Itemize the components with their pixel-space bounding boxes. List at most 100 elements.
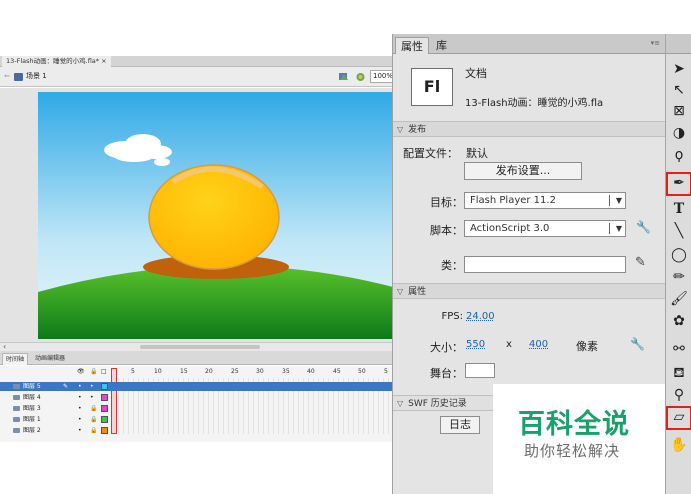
lock-dot[interactable]: • xyxy=(90,382,94,391)
scene-icon xyxy=(14,73,23,81)
3d-rotation-icon[interactable]: ◑ xyxy=(668,122,690,144)
text-icon[interactable]: T xyxy=(668,198,690,220)
tab-motion-editor[interactable]: 动画编辑器 xyxy=(32,353,68,365)
pen-icon[interactable]: ✒ xyxy=(666,172,691,196)
layer-color-swatch[interactable] xyxy=(101,383,108,390)
eraser-icon[interactable]: ▱ xyxy=(666,406,691,430)
horizontal-scrollbar[interactable]: ‹ xyxy=(0,342,392,351)
tools-header xyxy=(666,34,691,54)
deco-icon[interactable]: ✿ xyxy=(668,310,690,332)
lock-icon[interactable]: 🔒 xyxy=(90,404,97,413)
layer-name[interactable]: 图层 3 xyxy=(23,404,41,413)
hand-icon[interactable]: ✋ xyxy=(668,434,690,456)
lock-all-layers-icon[interactable]: 🔒 xyxy=(90,368,97,375)
properties-section-header[interactable]: ▽ 属性 xyxy=(393,283,666,299)
stage-color-swatch[interactable] xyxy=(465,363,495,378)
tab-library[interactable]: 库 xyxy=(431,37,452,54)
selection-arrow-icon[interactable]: ➤ xyxy=(668,58,690,80)
eyedropper-icon[interactable]: ⚲ xyxy=(668,384,690,406)
frame-number: 25 xyxy=(231,368,239,375)
frame-number: 10 xyxy=(154,368,162,375)
layer-color-swatch[interactable] xyxy=(101,394,108,401)
lasso-icon[interactable]: ϙ xyxy=(668,144,690,166)
size-label: 大小： xyxy=(430,341,463,354)
layer-name[interactable]: 图层 2 xyxy=(23,426,41,435)
chevron-down-icon: ▼ xyxy=(615,196,622,205)
stage-canvas[interactable] xyxy=(38,92,393,339)
show-all-layers-icon[interactable]: 👁 xyxy=(77,368,85,375)
brush-icon[interactable]: 🖌 xyxy=(668,288,690,310)
visibility-dot[interactable]: • xyxy=(78,382,82,391)
visibility-dot[interactable]: • xyxy=(78,404,82,413)
publish-section-header[interactable]: ▽ 发布 xyxy=(393,121,666,137)
tab-properties[interactable]: 属性 xyxy=(395,37,429,54)
visibility-dot[interactable]: • xyxy=(78,415,82,424)
log-button[interactable]: 日志 xyxy=(440,416,480,434)
subselection-icon[interactable]: ↖ xyxy=(668,79,690,101)
outline-icon[interactable]: □ xyxy=(101,368,107,375)
layer-icon xyxy=(13,395,20,400)
target-value: Flash Player 11.2 xyxy=(470,195,556,206)
script-value: ActionScript 3.0 xyxy=(470,223,550,234)
zoom-select[interactable]: 100% xyxy=(370,70,394,83)
chick-body xyxy=(148,164,280,270)
wrench-icon[interactable]: 🔧 xyxy=(636,220,651,234)
layer-row[interactable]: 图层 4 • • xyxy=(0,393,392,402)
chevron-down-icon: ▼ xyxy=(615,224,622,233)
section-title: SWF 历史记录 xyxy=(408,399,467,409)
scene-label[interactable]: 场景 1 xyxy=(26,71,47,81)
panel-menu-icon[interactable]: ▾≡ xyxy=(651,39,660,47)
edit-scene-icon[interactable] xyxy=(355,71,366,82)
script-select[interactable]: ActionScript 3.0 ▼ xyxy=(464,220,626,237)
layer-color-swatch[interactable] xyxy=(101,416,108,423)
layer-icon xyxy=(13,428,20,433)
lock-icon[interactable]: 🔒 xyxy=(90,426,97,435)
script-label: 脚本： xyxy=(430,224,463,237)
frame-number: 50 xyxy=(358,368,366,375)
layer-color-swatch[interactable] xyxy=(101,427,108,434)
width-value[interactable]: 550 xyxy=(466,339,485,350)
scroll-thumb[interactable] xyxy=(140,345,260,349)
stage-label: 舞台： xyxy=(430,367,463,380)
frame-number: 30 xyxy=(256,368,264,375)
wrench-icon[interactable]: 🔧 xyxy=(630,337,645,351)
frame-number: 5 xyxy=(384,368,388,375)
frame-number: 15 xyxy=(180,368,188,375)
visibility-dot[interactable]: • xyxy=(78,426,82,435)
line-icon[interactable]: ╲ xyxy=(668,220,690,242)
fps-value[interactable]: 24.00 xyxy=(466,311,495,322)
layer-name[interactable]: 图层 5 xyxy=(23,382,41,391)
timeline-header: 👁 🔒 □ 1 5 10 15 20 25 30 35 40 45 50 5 xyxy=(0,366,392,378)
height-value[interactable]: 400 xyxy=(529,339,548,350)
document-tab[interactable]: 13-Flash动画：睡觉的小鸡.fla* × xyxy=(2,56,111,67)
bone-icon[interactable]: ⚯ xyxy=(668,338,690,360)
layer-row[interactable]: 图层 5 ✎ • • xyxy=(0,382,392,391)
oval-icon[interactable]: ◯ xyxy=(668,244,690,266)
publish-settings-button[interactable]: 发布设置... xyxy=(464,162,582,180)
edit-class-icon[interactable]: ✎ xyxy=(635,255,646,270)
pencil-icon[interactable]: ✏ xyxy=(668,266,690,288)
layer-row[interactable]: 图层 3 • 🔒 xyxy=(0,404,392,413)
flash-doc-icon: Fl xyxy=(411,68,453,106)
layer-color-swatch[interactable] xyxy=(101,405,108,412)
frame-number: 35 xyxy=(282,368,290,375)
frame-number: 20 xyxy=(205,368,213,375)
doc-name-label: 13-Flash动画：睡觉的小鸡.fla xyxy=(465,98,604,109)
layer-row[interactable]: 图层 2 • 🔒 xyxy=(0,426,392,435)
lock-dot[interactable]: • xyxy=(90,393,94,402)
section-title: 发布 xyxy=(408,125,427,135)
tab-timeline[interactable]: 时间轴 xyxy=(2,353,29,365)
edit-symbols-icon[interactable] xyxy=(338,71,349,82)
layer-name[interactable]: 图层 1 xyxy=(23,415,41,424)
paint-bucket-icon[interactable]: ⛾ xyxy=(668,362,690,384)
visibility-dot[interactable]: • xyxy=(78,393,82,402)
target-select[interactable]: Flash Player 11.2 ▼ xyxy=(464,192,626,209)
class-input[interactable] xyxy=(464,256,626,273)
back-arrow-icon[interactable]: ⇐ xyxy=(4,72,10,80)
free-transform-icon[interactable]: ⊠ xyxy=(668,100,690,122)
lock-icon[interactable]: 🔒 xyxy=(90,415,97,424)
layer-name[interactable]: 图层 4 xyxy=(23,393,41,402)
scroll-left-icon[interactable]: ‹ xyxy=(3,342,6,351)
layer-row[interactable]: 图层 1 • 🔒 xyxy=(0,415,392,424)
profile-label: 配置文件： xyxy=(403,147,458,160)
